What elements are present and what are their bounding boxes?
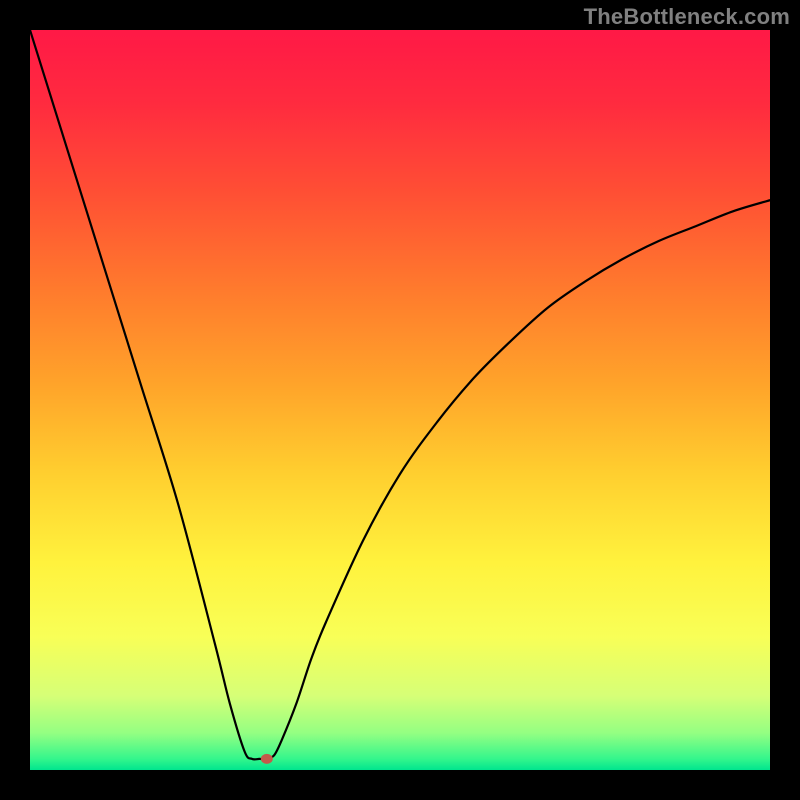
minimum-marker bbox=[261, 754, 273, 764]
plot-area bbox=[30, 30, 770, 770]
watermark-text: TheBottleneck.com bbox=[584, 4, 790, 30]
chart-frame: TheBottleneck.com bbox=[0, 0, 800, 800]
curve-layer bbox=[30, 30, 770, 770]
bottleneck-curve bbox=[30, 30, 770, 759]
